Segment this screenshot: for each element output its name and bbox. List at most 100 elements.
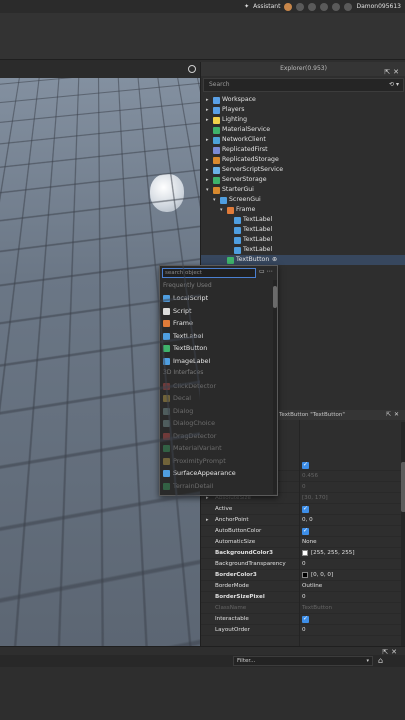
property-row[interactable]: ▸ AnchorPoint 0, 0 [201,515,401,526]
clear-output-icon[interactable]: ⌂ [378,655,383,667]
tree-item-textlabel[interactable]: TextLabel [201,215,405,225]
insert-item-materialvariant[interactable]: MaterialVariant [162,442,272,454]
property-row[interactable]: ClassName TextButton [201,603,401,614]
share-icon[interactable] [308,2,317,11]
tree-item-textlabel[interactable]: TextLabel [201,245,405,255]
history-icon[interactable]: ⟲ ▾ [389,79,399,91]
tree-item-textlabel[interactable]: TextLabel [201,225,405,235]
insert-item-dialog[interactable]: Dialog [162,405,272,417]
tree-item-textbutton[interactable]: TextButton ⊕ [201,255,405,265]
insert-item-clickdetector[interactable]: ClickDetector [162,380,272,392]
tree-item-frame[interactable]: ▾ Frame [201,205,405,215]
tree-item-serverstorage[interactable]: ▸ ServerStorage [201,175,405,185]
property-row[interactable]: Interactable [201,613,401,625]
panel-window-buttons[interactable]: ⇱✕ [384,65,402,79]
filter-label: Filter... [237,658,256,664]
property-value[interactable]: [0, 0, 0] [311,570,333,581]
insert-object-icon[interactable]: ⊕ [272,255,277,265]
property-value[interactable]: 0 [302,625,306,636]
tree-item-textlabel[interactable]: TextLabel [201,235,405,245]
property-value[interactable]: 0 [302,559,306,570]
chevron-right-icon[interactable]: ▸ [206,515,209,526]
replicatedstorage-icon [213,156,220,164]
insert-item-dragdetector[interactable]: DragDetector [162,430,272,442]
property-value[interactable]: 0 [302,592,306,603]
property-row[interactable]: BorderColor3 [0, 0, 0] [201,570,401,581]
property-row[interactable]: Active [201,503,401,515]
insert-item-terraindetail[interactable]: TerrainDetail [162,480,272,492]
property-row[interactable]: BorderMode Outline [201,581,401,592]
insert-item-textbutton[interactable]: TextButton [162,342,272,354]
character-head[interactable] [150,174,184,212]
color-swatch[interactable] [302,572,308,578]
property-row[interactable]: AutomaticSize None [201,537,401,548]
chevron-right-icon[interactable]: ▸ [206,115,209,125]
column-divider[interactable] [299,420,300,646]
chevron-down-icon[interactable]: ▾ [213,195,216,205]
panel-window-buttons[interactable]: ⇱✕ [382,646,400,658]
property-row[interactable]: BorderSizePixel 0 [201,592,401,603]
chevron-right-icon[interactable]: ▸ [206,135,209,145]
property-value[interactable]: 0 [302,482,306,493]
chevron-right-icon[interactable]: ▸ [206,105,209,115]
tree-item-screengui[interactable]: ▾ ScreenGui [201,195,405,205]
notifications-icon[interactable] [344,2,353,11]
title-bar: ✦ Assistant Damon095613 [0,0,405,13]
property-row[interactable]: LayoutOrder 0 [201,625,401,636]
chat-icon[interactable] [296,2,305,11]
insert-item-imagelabel[interactable]: ImageLabel [162,355,272,367]
explorer-search-input[interactable]: Search ⟲ ▾ [203,78,404,92]
tree-item-serverscriptservice[interactable]: ▸ ServerScriptService [201,165,405,175]
insert-item-localscript[interactable]: LocalScript [162,292,272,304]
tree-item-startergui[interactable]: ▾ StarterGui [201,185,405,195]
tree-item-lighting[interactable]: ▸ Lighting [201,115,405,125]
insert-item-textlabel[interactable]: TextLabel [162,330,272,342]
insert-item-script[interactable]: Script [162,305,272,317]
insert-item-surfaceappearance[interactable]: SurfaceAppearance [162,467,272,479]
tree-item-players[interactable]: ▸ Players [201,105,405,115]
checkbox[interactable] [302,503,309,514]
username-label[interactable]: Damon095613 [356,3,401,10]
tree-item-replicatedstorage[interactable]: ▸ ReplicatedStorage [201,155,405,165]
property-row[interactable]: BackgroundTransparency 0 [201,559,401,570]
insert-item-dialogchoice[interactable]: DialogChoice [162,417,272,429]
tree-item-networkclient[interactable]: ▸ NetworkClient [201,135,405,145]
property-value[interactable]: Outline [302,581,322,592]
assistant-button[interactable]: Assistant [253,3,280,10]
object-list-scrollbar[interactable] [273,280,277,494]
tree-item-replicatedfirst[interactable]: ReplicatedFirst [201,145,405,155]
avatar-icon[interactable] [284,2,293,11]
object-search-input[interactable]: search object [162,268,256,278]
chevron-right-icon[interactable]: ▸ [206,155,209,165]
chevron-right-icon[interactable]: ▸ [206,175,209,185]
textlabel-icon [234,226,241,234]
property-row[interactable]: AutoButtonColor [201,525,401,537]
tree-item-label: ServerScriptService [222,166,284,173]
property-row[interactable]: BackgroundColor3 [255, 255, 255] [201,548,401,559]
checkbox[interactable] [302,525,309,536]
output-filter-dropdown[interactable]: Filter... ▾ [233,656,373,666]
checkbox[interactable] [302,613,309,624]
insert-item-proximityprompt[interactable]: ProximityPrompt [162,455,272,467]
assistant-icon[interactable]: ✦ [244,3,249,10]
color-swatch[interactable] [302,550,308,556]
property-value[interactable]: [255, 255, 255] [311,548,355,559]
filter-toggle-icon[interactable]: ▭ [259,268,265,275]
chevron-right-icon[interactable]: ▸ [206,165,209,175]
chevron-down-icon[interactable]: ▾ [220,205,223,215]
insert-item-frame[interactable]: Frame [162,317,272,329]
property-value[interactable]: 0.456 [302,471,318,482]
gear-icon[interactable] [188,65,196,73]
chevron-right-icon[interactable]: ▸ [206,95,209,105]
property-value[interactable]: None [302,537,317,548]
help-icon[interactable] [332,2,341,11]
checkbox[interactable] [302,459,309,470]
settings-icon[interactable] [320,2,329,11]
chevron-down-icon[interactable]: ▾ [206,185,209,195]
panel-window-buttons[interactable]: ⇱✕ [386,410,402,420]
tree-item-materialservice[interactable]: MaterialService [201,125,405,135]
insert-item-decal[interactable]: Decal [162,392,272,404]
more-options-icon[interactable]: ⋯ [267,268,273,275]
properties-scrollbar[interactable] [401,422,405,646]
tree-item-workspace[interactable]: ▸ Workspace [201,95,405,105]
